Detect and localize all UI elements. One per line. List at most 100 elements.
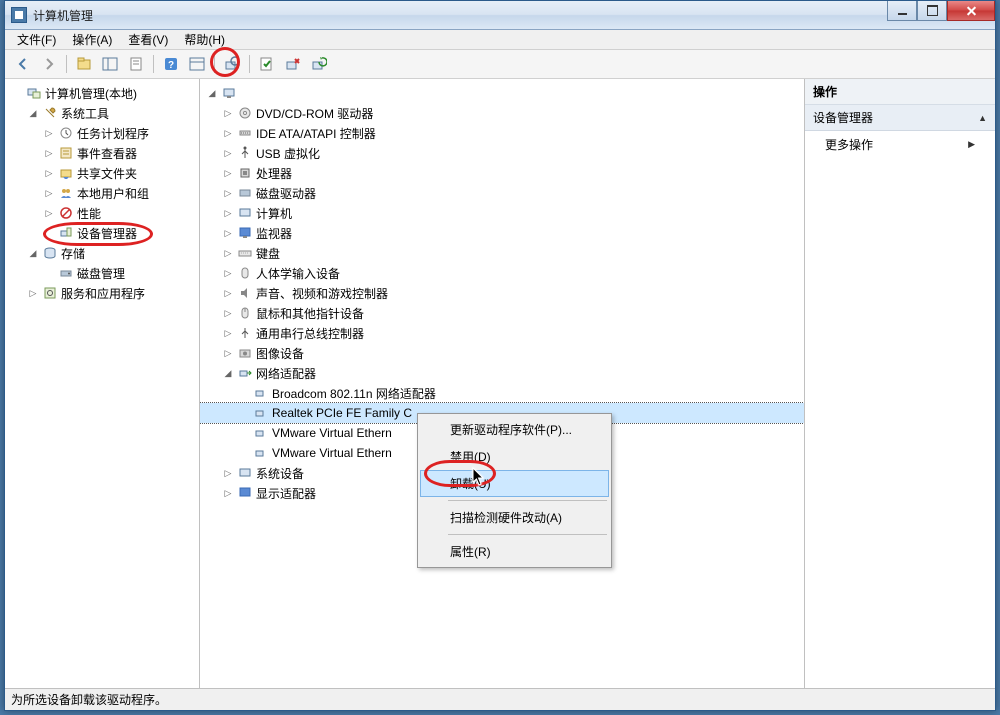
update-driver-button[interactable] (307, 52, 331, 76)
storage-icon (42, 245, 58, 261)
expand-icon[interactable]: ▷ (222, 248, 234, 259)
tree-label: 性能 (77, 205, 101, 222)
tree-network-adapters[interactable]: ◢网络适配器 (200, 363, 804, 383)
nic-icon (253, 385, 269, 401)
expand-icon[interactable]: ▷ (222, 168, 234, 179)
tree-monitors[interactable]: ▷监视器 (200, 223, 804, 243)
expand-icon[interactable]: ▷ (222, 328, 234, 339)
close-button[interactable] (947, 1, 995, 21)
ctx-update-driver[interactable]: 更新驱动程序软件(P)... (420, 416, 609, 443)
tree-computers[interactable]: ▷ 计算机 (200, 203, 804, 223)
usb-ctrl-icon (237, 325, 253, 341)
expand-icon[interactable]: ▷ (43, 168, 55, 179)
expand-icon[interactable]: ▷ (43, 148, 55, 159)
computer-icon (221, 85, 237, 101)
tree-root-computer[interactable]: ◢ (200, 83, 804, 103)
expand-icon[interactable]: ▷ (43, 208, 55, 219)
tree-dvd[interactable]: ▷DVD/CD-ROM 驱动器 (200, 103, 804, 123)
back-button[interactable] (11, 52, 35, 76)
uninstall-button[interactable] (281, 52, 305, 76)
expand-icon[interactable]: ▷ (43, 188, 55, 199)
tree-task-scheduler[interactable]: ▷任务计划程序 (5, 123, 199, 143)
tree-root[interactable]: 计算机管理(本地) (5, 83, 199, 103)
collapse-icon[interactable]: ◢ (27, 248, 39, 259)
tree-storage[interactable]: ◢ 存储 (5, 243, 199, 263)
keyboard-icon (237, 245, 253, 261)
tree-shared-folders[interactable]: ▷共享文件夹 (5, 163, 199, 183)
tree-usb-controllers[interactable]: ▷通用串行总线控制器 (200, 323, 804, 343)
tree-net-broadcom[interactable]: Broadcom 802.11n 网络适配器 (200, 383, 804, 403)
expand-icon[interactable]: ▷ (222, 128, 234, 139)
cpu-icon (237, 165, 253, 181)
expand-icon[interactable]: ▷ (222, 208, 234, 219)
expand-icon[interactable]: ▷ (222, 188, 234, 199)
tree-device-manager[interactable]: 设备管理器 (5, 223, 199, 243)
tree-local-users[interactable]: ▷本地用户和组 (5, 183, 199, 203)
ctx-properties[interactable]: 属性(R) (420, 538, 609, 565)
ctx-uninstall[interactable]: 卸载(U) (420, 470, 609, 497)
collapse-icon[interactable]: ◢ (27, 108, 39, 119)
tree-system-tools[interactable]: ◢ 系统工具 (5, 103, 199, 123)
tree-label: 设备管理器 (77, 225, 137, 242)
ctx-scan-hardware[interactable]: 扫描检测硬件改动(A) (420, 504, 609, 531)
expand-icon[interactable]: ▷ (222, 228, 234, 239)
ctx-disable[interactable]: 禁用(D) (420, 443, 609, 470)
more-label: 更多操作 (825, 136, 873, 153)
minimize-button[interactable] (887, 1, 917, 21)
maximize-button[interactable] (917, 1, 947, 21)
expand-icon[interactable]: ▷ (222, 348, 234, 359)
tree-label: 计算机 (256, 205, 292, 222)
expand-icon[interactable]: ▷ (222, 288, 234, 299)
tree-disk-mgmt[interactable]: 磁盘管理 (5, 263, 199, 283)
tree-label: 键盘 (256, 245, 280, 262)
tree-keyboards[interactable]: ▷ 键盘 (200, 243, 804, 263)
scan-hardware-button[interactable] (220, 52, 244, 76)
expand-icon[interactable]: ▷ (222, 308, 234, 319)
collapse-icon[interactable]: ◢ (222, 368, 234, 379)
help-button[interactable]: ? (159, 52, 183, 76)
tree-imaging[interactable]: ▷图像设备 (200, 343, 804, 363)
tree-mice[interactable]: ▷鼠标和其他指针设备 (200, 303, 804, 323)
collapse-icon[interactable]: ◢ (206, 88, 218, 99)
expand-icon[interactable]: ▷ (27, 288, 39, 299)
tree-label: 系统工具 (61, 105, 109, 122)
tree-sound[interactable]: ▷ 声音、视频和游戏控制器 (200, 283, 804, 303)
nic-icon (253, 405, 269, 421)
expand-icon[interactable]: ▷ (222, 268, 234, 279)
tree-performance[interactable]: ▷ 性能 (5, 203, 199, 223)
titlebar[interactable]: 计算机管理 (5, 1, 995, 30)
expand-icon[interactable]: ▷ (222, 148, 234, 159)
expand-icon[interactable]: ▷ (222, 488, 234, 499)
tree-services-apps[interactable]: ▷服务和应用程序 (5, 283, 199, 303)
tree-cpu[interactable]: ▷处理器 (200, 163, 804, 183)
left-tree-pane[interactable]: 计算机管理(本地) ◢ 系统工具 ▷任务计划程序 ▷事件查看器 ▷共享文件夹 ▷本… (5, 79, 200, 688)
expand-icon[interactable]: ▷ (43, 128, 55, 139)
tree-disk-drives[interactable]: ▷磁盘驱动器 (200, 183, 804, 203)
enable-button[interactable] (255, 52, 279, 76)
nic-icon (253, 445, 269, 461)
tree-usb-virt[interactable]: ▷USB 虚拟化 (200, 143, 804, 163)
tree-hid[interactable]: ▷人体学输入设备 (200, 263, 804, 283)
tree-label: 存储 (61, 245, 85, 262)
event-icon (58, 145, 74, 161)
show-hide-tree-button[interactable] (98, 52, 122, 76)
tree-ide[interactable]: ▷IDE ATA/ATAPI 控制器 (200, 123, 804, 143)
collapse-icon[interactable]: ▲ (978, 113, 987, 123)
actions-section[interactable]: 设备管理器▲ (805, 105, 995, 131)
menu-help[interactable]: 帮助(H) (176, 29, 233, 50)
tree-label: Broadcom 802.11n 网络适配器 (272, 385, 436, 402)
separator (66, 55, 67, 73)
tree-event-viewer[interactable]: ▷事件查看器 (5, 143, 199, 163)
expand-icon[interactable]: ▷ (222, 108, 234, 119)
up-button[interactable] (72, 52, 96, 76)
properties-button[interactable] (124, 52, 148, 76)
menu-action[interactable]: 操作(A) (64, 29, 120, 50)
menu-view[interactable]: 查看(V) (120, 29, 176, 50)
forward-button[interactable] (37, 52, 61, 76)
tree-label: 声音、视频和游戏控制器 (256, 285, 388, 302)
expand-icon[interactable]: ▷ (222, 468, 234, 479)
device-tree-pane[interactable]: ◢ ▷DVD/CD-ROM 驱动器 ▷IDE ATA/ATAPI 控制器 ▷US… (200, 79, 805, 688)
more-actions[interactable]: 更多操作▶ (805, 131, 995, 158)
menu-file[interactable]: 文件(F) (9, 29, 64, 50)
view-button[interactable] (185, 52, 209, 76)
